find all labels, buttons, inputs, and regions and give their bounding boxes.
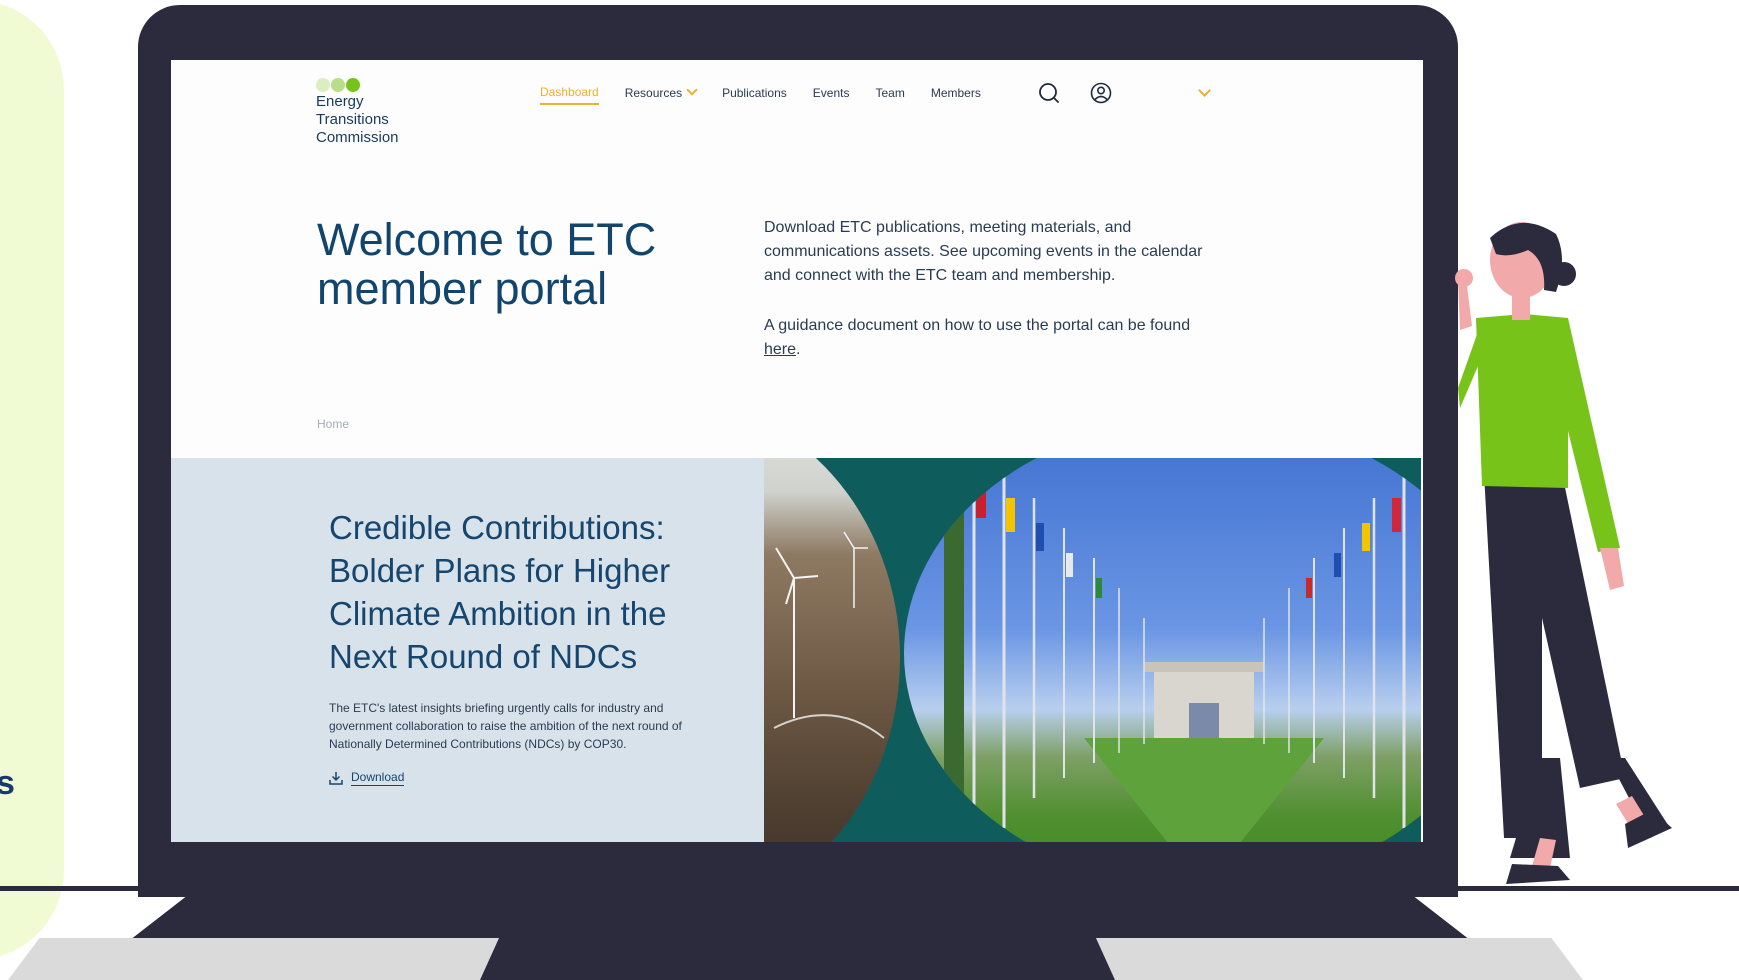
page-title: Welcome to ETC member portal — [317, 214, 657, 314]
chevron-down-icon[interactable] — [1198, 84, 1211, 97]
search-icon[interactable] — [1038, 82, 1060, 104]
laptop-screen: Energy Transitions Commission Dashboard … — [171, 60, 1423, 842]
guidance-link[interactable]: here — [764, 341, 796, 358]
user-account-icon[interactable] — [1090, 82, 1112, 104]
un-flags-photo — [904, 458, 1421, 842]
logo-line: Energy — [316, 93, 364, 110]
partial-glyph: s — [0, 764, 15, 802]
nav-item-label: Resources — [624, 86, 683, 100]
background-blob — [0, 0, 64, 960]
guidance-text: A guidance document on how to use the po… — [764, 314, 1224, 362]
laptop-notch — [480, 938, 1115, 980]
logo-dot — [331, 78, 345, 92]
nav-item-events[interactable]: Events — [813, 86, 850, 104]
nav-item-members[interactable]: Members — [931, 86, 981, 104]
nav-item-publications[interactable]: Publications — [722, 86, 787, 104]
chevron-down-icon — [686, 84, 698, 96]
featured-publication: Credible Contributions: Bolder Plans for… — [171, 458, 764, 842]
download-button[interactable]: Download — [329, 770, 405, 786]
feature-image — [764, 458, 1421, 842]
wind-turbine-icon — [773, 531, 885, 739]
download-label: Download — [351, 770, 405, 786]
logo-line: Commission — [316, 129, 399, 146]
person-illustration — [1455, 222, 1672, 884]
feature-description: The ETC's latest insights briefing urgen… — [329, 701, 682, 751]
nav-item-resources[interactable]: Resources — [624, 84, 698, 104]
feature-title: Credible Contributions: Bolder Plans for… — [329, 509, 671, 675]
main-nav: Dashboard Resources Publications Events … — [540, 84, 1007, 105]
logo-dots — [316, 78, 436, 92]
marketing-illustration: s Energy Transitions Commission Dashboar… — [0, 0, 1739, 980]
guidance-suffix: . — [796, 341, 801, 358]
etc-logo[interactable]: Energy Transitions Commission — [316, 78, 436, 147]
logo-dot — [316, 78, 330, 92]
wind-turbine-photo — [764, 458, 900, 842]
flags-avenue-icon — [944, 458, 1406, 842]
breadcrumb[interactable]: Home — [317, 417, 349, 431]
nav-item-team[interactable]: Team — [875, 86, 904, 104]
logo-wordmark: Energy Transitions Commission — [316, 93, 436, 147]
nav-item-dashboard[interactable]: Dashboard — [540, 85, 599, 105]
logo-dot — [346, 78, 360, 92]
download-icon — [329, 772, 343, 785]
laptop-hinge — [130, 888, 1470, 940]
guidance-prefix: A guidance document on how to use the po… — [764, 317, 1191, 334]
hero-description: Download ETC publications, meeting mater… — [764, 219, 1203, 284]
logo-line: Transitions — [316, 111, 389, 128]
